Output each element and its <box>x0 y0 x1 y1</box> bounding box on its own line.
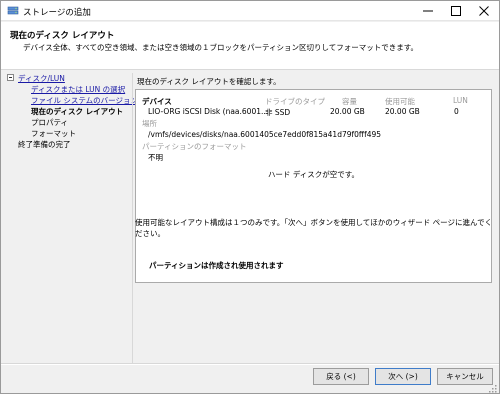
column-header-available: 使用可能 <box>385 97 415 106</box>
wizard-window: ストレージの追加 現在のディスク レイアウト デバイス全体、すべての空き領域、ま… <box>0 0 500 394</box>
collapse-toggle-icon[interactable] <box>7 74 14 81</box>
minimize-icon <box>423 10 433 12</box>
resize-grip-icon[interactable] <box>488 384 497 393</box>
instruction-text: 現在のディスク レイアウトを確認します。 <box>137 77 281 86</box>
location-label: 場所 <box>142 119 157 128</box>
storage-wizard-icon <box>7 5 19 17</box>
main-panel: 現在のディスク レイアウトを確認します。 デバイス ドライブのタイプ 容量 使用… <box>135 71 497 363</box>
title-bar[interactable]: ストレージの追加 <box>1 1 499 21</box>
lun-value: 0 <box>454 107 459 116</box>
cancel-button[interactable]: キャンセル <box>437 368 493 385</box>
close-button[interactable] <box>470 1 498 21</box>
nav-item-properties: プロパティ <box>31 118 69 127</box>
drive-type-value: 非 SSD <box>265 108 291 117</box>
close-icon <box>479 6 489 16</box>
next-button[interactable]: 次へ (>) <box>375 368 431 385</box>
location-path: /vmfs/devices/disks/naa.6001405ce7edd0f8… <box>148 130 382 139</box>
back-button[interactable]: 戻る (<) <box>313 368 369 385</box>
column-header-lun: LUN <box>453 96 468 105</box>
maximize-button[interactable] <box>442 1 470 21</box>
page-title: 現在のディスク レイアウト <box>10 31 115 41</box>
layout-description: 使用可能なレイアウト構成は１つのみです。「次へ」ボタンを使用してほかのウィザード… <box>135 218 493 238</box>
partition-note: パーティションは作成され使用されます <box>149 261 284 270</box>
wizard-header: 現在のディスク レイアウト デバイス全体、すべての空き領域、または空き領域の１ブ… <box>1 22 499 70</box>
nav-item-ready-to-complete: 終了準備の完了 <box>18 140 71 149</box>
page-subtitle: デバイス全体、すべての空き領域、または空き領域の１ブロックをパーティション区切り… <box>23 43 419 52</box>
nav-item-format: フォーマット <box>31 129 76 138</box>
column-header-capacity: 容量 <box>342 97 357 106</box>
column-header-device: デバイス <box>142 97 172 106</box>
available-value: 20.00 GB <box>385 107 420 116</box>
nav-item-current-disk-layout: 現在のディスク レイアウト <box>31 107 124 116</box>
nav-divider <box>132 73 133 363</box>
nav-group-disk-lun[interactable]: ディスク/LUN <box>18 73 65 84</box>
disk-layout-panel: デバイス ドライブのタイプ 容量 使用可能 LUN LIO-ORG iSCSI … <box>135 89 492 283</box>
nav-item-filesystem-version[interactable]: ファイル システムのバージョン <box>31 95 138 106</box>
window-title: ストレージの追加 <box>23 8 91 18</box>
empty-disk-message: ハード ディスクが空です。 <box>267 170 360 179</box>
partition-format-value: 不明 <box>148 153 163 162</box>
minimize-button[interactable] <box>414 1 442 21</box>
partition-format-label: パーティションのフォーマット <box>142 142 247 151</box>
device-name: LIO-ORG iSCSI Disk (naa.6001... <box>148 107 269 116</box>
nav-item-select-disk[interactable]: ディスクまたは LUN の選択 <box>31 84 125 95</box>
maximize-icon <box>451 6 461 16</box>
wizard-steps-nav: ディスク/LUN ディスクまたは LUN の選択 ファイル システムのバージョン… <box>1 71 138 363</box>
capacity-value: 20.00 GB <box>330 107 365 116</box>
footer-divider-highlight <box>1 364 499 365</box>
column-header-drive-type: ドライブのタイプ <box>265 97 325 106</box>
